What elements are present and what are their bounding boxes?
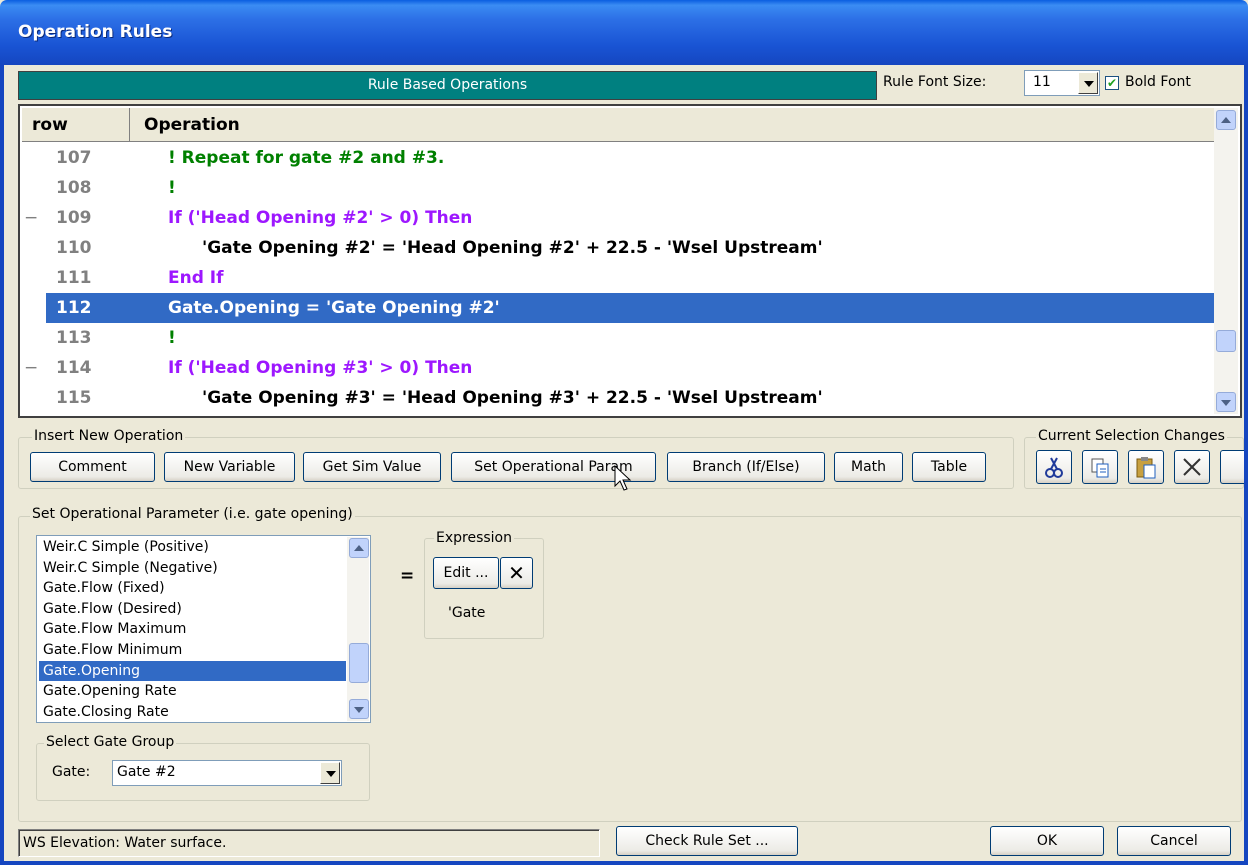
- table-row[interactable]: 112 Gate.Opening = 'Gate Opening #2': [46, 293, 1214, 323]
- row-number: 114: [56, 358, 92, 378]
- operation-text: Gate.Opening = 'Gate Opening #2': [168, 298, 500, 318]
- clear-expression-icon[interactable]: ✕: [500, 557, 533, 589]
- list-scrollbar[interactable]: [347, 537, 369, 721]
- paste-icon[interactable]: [1128, 450, 1164, 484]
- grid-header: row Operation: [22, 108, 1214, 142]
- table-button[interactable]: Table: [912, 452, 986, 482]
- new-variable-button[interactable]: New Variable: [164, 452, 295, 482]
- comment-button[interactable]: Comment: [30, 452, 155, 482]
- list-item[interactable]: Gate.Closing Rate: [39, 702, 346, 722]
- operation-text: !: [168, 328, 176, 348]
- bold-font-label: Bold Font: [1125, 74, 1191, 90]
- window-title: Operation Rules: [18, 22, 173, 42]
- operation-text: End If: [168, 268, 224, 288]
- more-actions-button[interactable]: [1220, 450, 1244, 484]
- insert-new-operation-legend: Insert New Operation: [32, 428, 186, 444]
- cut-icon[interactable]: [1036, 450, 1072, 484]
- set-operational-parameter-legend: Set Operational Parameter (i.e. gate ope…: [30, 506, 355, 522]
- scroll-up-icon[interactable]: [1216, 110, 1236, 130]
- operation-text: If ('Head Opening #2' > 0) Then: [168, 208, 473, 228]
- collapse-icon[interactable]: −: [24, 203, 38, 233]
- operations-grid[interactable]: row Operation 107 ! Repeat for gate #2 an…: [18, 104, 1242, 418]
- table-row[interactable]: −114 If ('Head Opening #3' > 0) Then: [24, 353, 1214, 383]
- delete-icon[interactable]: [1174, 450, 1210, 484]
- scroll-down-icon[interactable]: [1216, 392, 1236, 412]
- status-bar: WS Elevation: Water surface.: [18, 829, 600, 857]
- grid-scrollbar[interactable]: [1214, 108, 1238, 414]
- column-header-row[interactable]: row: [22, 108, 130, 142]
- table-row[interactable]: 107 ! Repeat for gate #2 and #3.: [46, 143, 1214, 173]
- operation-text: !: [168, 178, 176, 198]
- bold-font-checkbox[interactable]: ✔: [1105, 76, 1119, 90]
- table-row[interactable]: −109 If ('Head Opening #2' > 0) Then: [24, 203, 1214, 233]
- list-item[interactable]: Gate.Flow Minimum: [39, 640, 346, 660]
- list-scroll-up-icon[interactable]: [349, 538, 369, 558]
- list-item[interactable]: Weir.C Simple (Negative): [39, 558, 346, 578]
- rule-font-size-select[interactable]: 11: [1024, 70, 1100, 96]
- operation-text: 'Gate Opening #3' = 'Head Opening #3' + …: [202, 388, 823, 408]
- operation-text: 'Gate Opening #2' = 'Head Opening #2' + …: [202, 238, 823, 258]
- cancel-button[interactable]: Cancel: [1117, 826, 1231, 856]
- parameter-listbox[interactable]: Weir.C Simple (Positive) Weir.C Simple (N…: [36, 535, 371, 723]
- list-scroll-down-icon[interactable]: [349, 699, 369, 719]
- equals-sign: =: [400, 566, 415, 586]
- table-row[interactable]: 115 'Gate Opening #3' = 'Head Opening #3'…: [46, 383, 1214, 413]
- select-gate-group-legend: Select Gate Group: [44, 734, 177, 750]
- row-number: 111: [56, 268, 92, 288]
- chevron-down-icon[interactable]: [1078, 72, 1098, 94]
- check-rule-set-button[interactable]: Check Rule Set ...: [616, 826, 798, 856]
- row-number: 112: [56, 298, 92, 318]
- list-item[interactable]: Gate.Flow (Desired): [39, 599, 346, 619]
- rule-font-size-value: 11: [1033, 74, 1051, 90]
- copy-icon[interactable]: [1082, 450, 1118, 484]
- rule-based-operations-banner: Rule Based Operations: [18, 71, 877, 100]
- gate-label: Gate:: [52, 764, 91, 780]
- list-item[interactable]: Gate.Flow (Fixed): [39, 578, 346, 598]
- branch-if-else-button[interactable]: Branch (If/Else): [667, 452, 825, 482]
- expression-legend: Expression: [434, 530, 514, 546]
- list-item[interactable]: Gate.Opening: [39, 660, 346, 681]
- scroll-thumb[interactable]: [1216, 330, 1236, 352]
- table-row[interactable]: 110 'Gate Opening #2' = 'Head Opening #2'…: [46, 233, 1214, 263]
- row-number: 108: [56, 178, 92, 198]
- row-number: 110: [56, 238, 92, 258]
- table-row[interactable]: 113!: [46, 323, 1214, 353]
- rule-font-size-label: Rule Font Size:: [883, 74, 987, 90]
- row-number: 107: [56, 148, 92, 168]
- ok-button[interactable]: OK: [990, 826, 1104, 856]
- row-number: 115: [56, 388, 92, 408]
- current-selection-changes-legend: Current Selection Changes: [1036, 428, 1227, 444]
- table-row[interactable]: 108!: [46, 173, 1214, 203]
- list-item[interactable]: Gate.Flow Maximum: [39, 619, 346, 639]
- edit-expression-button[interactable]: Edit ...: [433, 557, 499, 589]
- collapse-icon[interactable]: −: [24, 353, 38, 383]
- math-button[interactable]: Math: [834, 452, 903, 482]
- gate-select-value: Gate #2: [117, 764, 176, 780]
- operation-text: ! Repeat for gate #2 and #3.: [168, 148, 445, 168]
- list-item[interactable]: Weir.C Simple (Positive): [39, 537, 346, 557]
- list-item[interactable]: Gate.Opening Rate: [39, 681, 346, 701]
- expression-value: 'Gate: [448, 605, 486, 621]
- column-header-operation[interactable]: Operation: [132, 108, 240, 142]
- gate-select[interactable]: Gate #2: [112, 760, 342, 786]
- title-bar[interactable]: [0, 0, 1248, 65]
- chevron-down-icon[interactable]: [320, 762, 340, 784]
- row-number: 109: [56, 208, 92, 228]
- operation-text: If ('Head Opening #3' > 0) Then: [168, 358, 473, 378]
- row-number: 113: [56, 328, 92, 348]
- mouse-cursor-icon: [614, 464, 632, 491]
- get-sim-value-button[interactable]: Get Sim Value: [303, 452, 441, 482]
- table-row[interactable]: 111 End If: [46, 263, 1214, 293]
- list-scroll-thumb[interactable]: [349, 643, 369, 683]
